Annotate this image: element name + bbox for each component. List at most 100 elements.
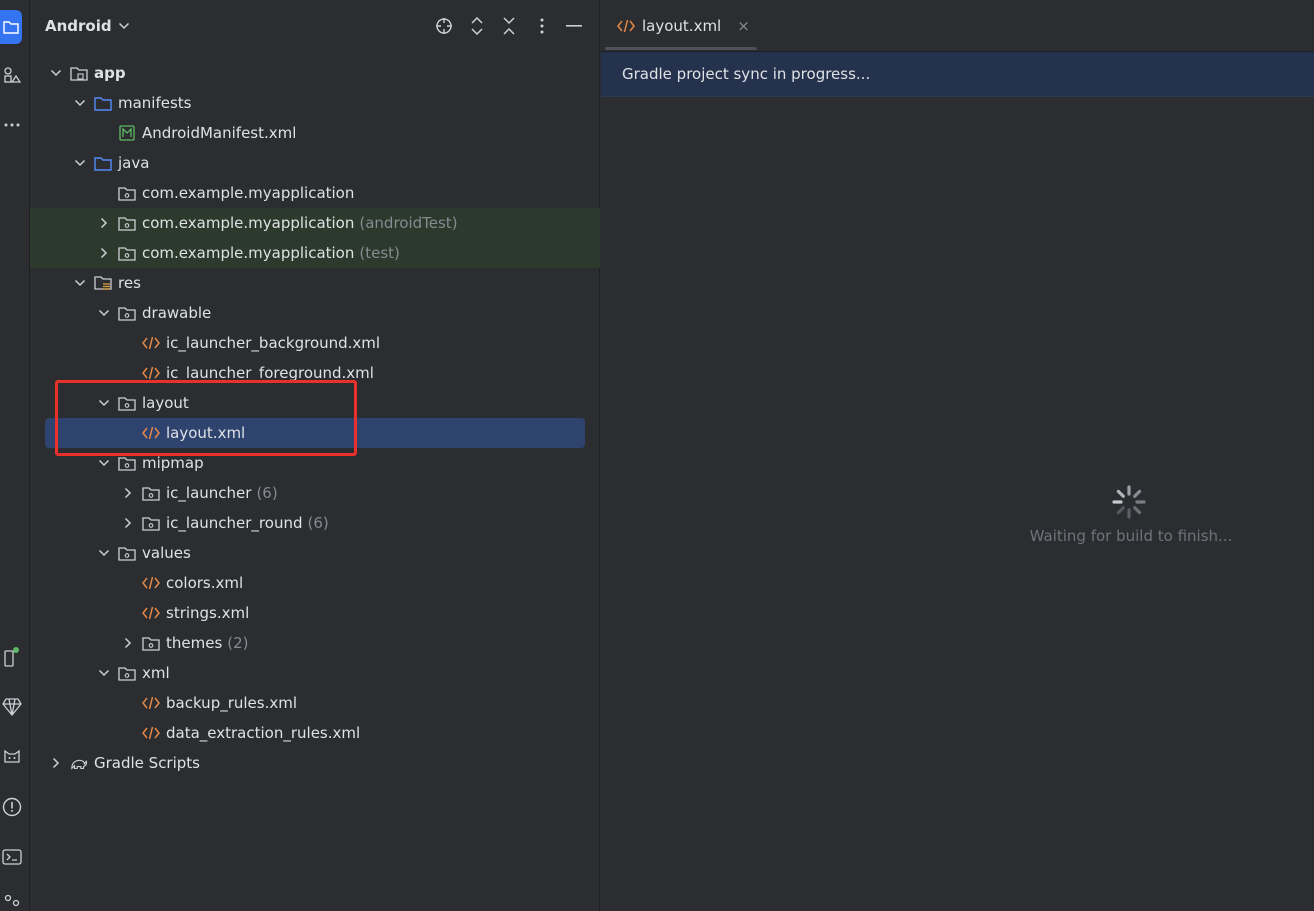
resource-manager-button[interactable] bbox=[0, 60, 24, 90]
tree-item-suffix: (6) bbox=[307, 514, 329, 532]
chevron-right-icon[interactable] bbox=[120, 485, 136, 501]
options-button[interactable] bbox=[531, 15, 553, 37]
tree-item-label: AndroidManifest.xml bbox=[142, 124, 297, 142]
tree-item[interactable]: themes (2) bbox=[30, 628, 600, 658]
branch-icon bbox=[4, 894, 20, 907]
package-icon bbox=[118, 454, 136, 472]
chevron-right-icon[interactable] bbox=[48, 755, 64, 771]
active-tab-indicator bbox=[605, 47, 757, 50]
gem-tool-button[interactable] bbox=[0, 692, 24, 722]
tree-item[interactable]: AndroidManifest.xml bbox=[30, 118, 600, 148]
project-view-selector[interactable]: Android bbox=[45, 17, 130, 35]
tree-item-label: ic_launcher_background.xml bbox=[166, 334, 381, 352]
chevron-down-icon[interactable] bbox=[48, 65, 64, 81]
problems-button[interactable] bbox=[0, 792, 24, 822]
expand-all-button[interactable] bbox=[466, 15, 488, 37]
tree-item[interactable]: com.example.myapplication bbox=[30, 178, 600, 208]
tree-item[interactable]: mipmap bbox=[30, 448, 600, 478]
device-manager-button[interactable] bbox=[0, 642, 24, 672]
folder-icon bbox=[3, 21, 19, 34]
more-tools-button[interactable] bbox=[0, 110, 24, 140]
tree-item[interactable]: app bbox=[30, 58, 600, 88]
tree-item[interactable]: ic_launcher (6) bbox=[30, 478, 600, 508]
tree-item[interactable]: backup_rules.xml bbox=[30, 688, 600, 718]
tree-item-label: themes bbox=[166, 634, 223, 652]
tree-item[interactable]: colors.xml bbox=[30, 568, 600, 598]
tree-item-label: app bbox=[94, 64, 126, 82]
tab-layout-xml[interactable]: layout.xml × bbox=[605, 0, 757, 52]
folder-icon bbox=[94, 154, 112, 172]
tree-item[interactable]: java bbox=[30, 148, 600, 178]
tree-item[interactable]: layout bbox=[30, 388, 600, 418]
tree-item[interactable]: res bbox=[30, 268, 600, 298]
collapse-all-button[interactable] bbox=[498, 15, 520, 37]
chevron-right-icon[interactable] bbox=[96, 215, 112, 231]
project-panel-header: Android bbox=[30, 0, 600, 54]
chevron-down-icon[interactable] bbox=[96, 395, 112, 411]
editor-tab-bar: layout.xml × bbox=[601, 0, 1314, 52]
tree-item-label: strings.xml bbox=[166, 604, 250, 622]
chevron-down-icon[interactable] bbox=[72, 275, 88, 291]
logcat-button[interactable] bbox=[0, 742, 24, 772]
chevron-down-icon[interactable] bbox=[72, 95, 88, 111]
tree-item-suffix: (test) bbox=[359, 244, 400, 262]
chevron-right-icon[interactable] bbox=[120, 515, 136, 531]
tab-close-icon[interactable]: × bbox=[737, 17, 750, 35]
tree-item-label: backup_rules.xml bbox=[166, 694, 298, 712]
tree-item-label: com.example.myapplication bbox=[142, 244, 355, 262]
tree-item-suffix: (2) bbox=[227, 634, 249, 652]
tree-item-suffix: (6) bbox=[256, 484, 278, 502]
chevron-right-icon[interactable] bbox=[120, 635, 136, 651]
package-icon bbox=[142, 514, 160, 532]
loading-spinner-icon bbox=[1112, 485, 1146, 519]
hide-panel-button[interactable] bbox=[563, 15, 585, 37]
tree-item[interactable]: manifests bbox=[30, 88, 600, 118]
sync-banner-text: Gradle project sync in progress... bbox=[622, 65, 871, 83]
xml-file-icon bbox=[142, 364, 160, 382]
chevron-down-icon[interactable] bbox=[96, 545, 112, 561]
tree-item[interactable]: data_extraction_rules.xml bbox=[30, 718, 600, 748]
terminal-button[interactable] bbox=[0, 842, 24, 872]
tree-item-label: res bbox=[118, 274, 141, 292]
tree-item-label: manifests bbox=[118, 94, 192, 112]
tab-label: layout.xml bbox=[642, 17, 722, 35]
project-tool-button[interactable] bbox=[0, 10, 22, 44]
package-icon bbox=[118, 304, 136, 322]
tree-item[interactable]: ic_launcher_background.xml bbox=[30, 328, 600, 358]
tree-item[interactable]: layout.xml bbox=[45, 418, 585, 448]
editor-area: layout.xml × Gradle project sync in prog… bbox=[601, 0, 1314, 911]
version-control-button[interactable] bbox=[0, 888, 24, 911]
tree-item-label: mipmap bbox=[142, 454, 204, 472]
tree-item-label: colors.xml bbox=[166, 574, 244, 592]
tree-item[interactable]: com.example.myapplication (androidTest) bbox=[30, 208, 600, 238]
chevron-down-icon[interactable] bbox=[96, 455, 112, 471]
tree-item-label: ic_launcher_foreground.xml bbox=[166, 364, 374, 382]
tree-item[interactable]: ic_launcher_round (6) bbox=[30, 508, 600, 538]
project-view-label: Android bbox=[45, 17, 112, 35]
package-icon bbox=[118, 544, 136, 562]
locate-file-button[interactable] bbox=[433, 15, 455, 37]
more-horizontal-icon bbox=[4, 123, 20, 127]
chevron-right-icon[interactable] bbox=[96, 245, 112, 261]
tree-item[interactable]: ic_launcher_foreground.xml bbox=[30, 358, 600, 388]
tree-item[interactable]: strings.xml bbox=[30, 598, 600, 628]
tree-item[interactable]: com.example.myapplication (test) bbox=[30, 238, 600, 268]
editor-body: Waiting for build to finish... bbox=[601, 97, 1314, 911]
xml-file-icon bbox=[142, 424, 160, 442]
tree-item-label: data_extraction_rules.xml bbox=[166, 724, 361, 742]
xml-file-icon bbox=[142, 604, 160, 622]
collapse-all-icon bbox=[503, 17, 515, 35]
tree-item-label: java bbox=[118, 154, 150, 172]
package-icon bbox=[118, 244, 136, 262]
chevron-down-icon[interactable] bbox=[96, 305, 112, 321]
tree-item[interactable]: Gradle Scripts bbox=[30, 748, 600, 778]
tree-item-suffix: (androidTest) bbox=[359, 214, 458, 232]
more-vertical-icon bbox=[540, 18, 544, 34]
tree-item[interactable]: drawable bbox=[30, 298, 600, 328]
tree-item[interactable]: values bbox=[30, 538, 600, 568]
tree-item[interactable]: xml bbox=[30, 658, 600, 688]
chevron-down-icon[interactable] bbox=[72, 155, 88, 171]
chevron-down-icon[interactable] bbox=[96, 665, 112, 681]
